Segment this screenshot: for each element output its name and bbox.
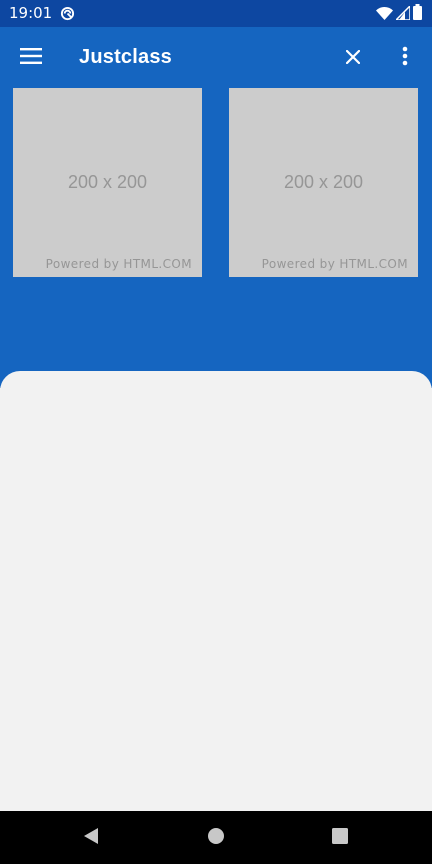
app-screen: 19:01 Justclass 200 x 200 Powered by HTM…: [0, 0, 432, 864]
content-sheet: [0, 371, 432, 811]
image-banner: 200 x 200 Powered by HTML.COM 200 x 200 …: [0, 88, 432, 388]
status-bar: 19:01: [0, 0, 432, 27]
cellular-signal-icon: [394, 3, 411, 24]
status-indicators: [376, 3, 422, 24]
image-placeholder[interactable]: 200 x 200 Powered by HTML.COM: [13, 88, 202, 277]
battery-icon: [413, 4, 422, 24]
recents-icon: [332, 828, 348, 848]
app-bar: Justclass: [0, 27, 432, 88]
image-powered-label: Powered by HTML.COM: [261, 257, 408, 271]
status-time: 19:01: [9, 4, 53, 22]
back-icon: [83, 827, 99, 849]
recents-button[interactable]: [323, 821, 357, 855]
wifi-icon: [376, 5, 393, 24]
home-icon: [207, 827, 225, 849]
more-vert-icon: [402, 46, 408, 70]
image-size-label: 200 x 200: [283, 172, 364, 192]
menu-icon: [20, 48, 42, 68]
system-nav-bar: [0, 811, 432, 864]
app-title: Justclass: [79, 46, 172, 68]
image-size-label: 200 x 200: [67, 172, 148, 192]
close-icon: [345, 48, 361, 68]
sync-icon: [60, 6, 75, 21]
menu-button[interactable]: [12, 39, 50, 77]
back-button[interactable]: [74, 821, 108, 855]
image-placeholder[interactable]: 200 x 200 Powered by HTML.COM: [229, 88, 418, 277]
more-options-button[interactable]: [387, 39, 423, 77]
close-button[interactable]: [334, 39, 372, 77]
image-powered-label: Powered by HTML.COM: [45, 257, 192, 271]
home-button[interactable]: [199, 821, 233, 855]
